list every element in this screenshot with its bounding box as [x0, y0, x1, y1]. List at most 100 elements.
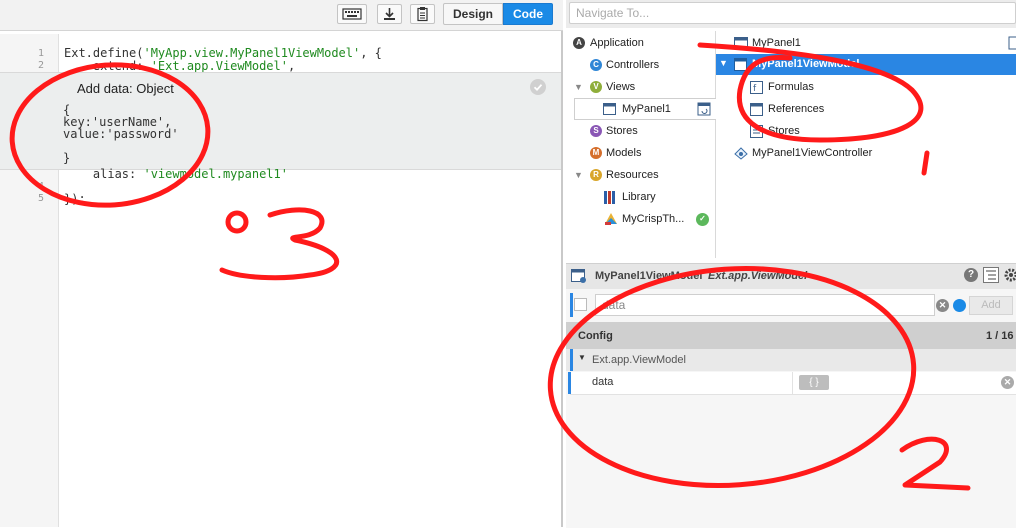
keyboard-icon — [342, 8, 362, 20]
tree-item-stores[interactable]: S Stores — [590, 121, 638, 141]
expand-arrow-icon[interactable]: ▼ — [574, 165, 583, 185]
code-string: 'Ext.app.ViewModel' — [150, 59, 288, 73]
model-icon: M — [590, 147, 602, 159]
tree-label: MyPanel1 — [752, 37, 801, 49]
gear-icon[interactable] — [1004, 268, 1016, 282]
tree-label: Controllers — [606, 59, 660, 71]
filter-value: data — [602, 298, 626, 312]
tree-item-application[interactable]: A Application — [573, 33, 644, 53]
code-string: 'MyApp.view.MyPanel1ViewModel' — [143, 46, 361, 60]
popup-code-line[interactable]: value:'password' — [63, 128, 179, 140]
file-item-stores[interactable]: Stores — [750, 121, 800, 141]
tree-item-models[interactable]: M Models — [590, 143, 641, 163]
tree-label: MyPanel1 — [622, 103, 671, 115]
code-text: Ext.define( — [64, 46, 144, 60]
library-icon — [604, 191, 615, 204]
file-item-viewcontroller[interactable]: MyPanel1ViewController — [734, 143, 872, 163]
help-icon[interactable]: ? — [964, 268, 978, 282]
clear-icon[interactable]: ✕ — [936, 299, 949, 312]
layout-toggle-icon[interactable] — [983, 267, 999, 283]
linked-view-icon[interactable] — [1008, 36, 1016, 50]
code-text: , — [287, 59, 296, 73]
store-icon: S — [590, 125, 602, 137]
code-text: alias: — [64, 167, 144, 181]
file-item-mypanel1[interactable]: MyPanel1 — [734, 33, 801, 53]
linked-view-icon — [697, 102, 711, 116]
tree-label: MyPanel1ViewController — [752, 147, 873, 159]
config-name: data — [592, 376, 614, 388]
file-item-viewmodel-selected[interactable]: ▼ MyPanel1ViewModel — [716, 54, 1016, 75]
tree-item-mypanel1[interactable]: MyPanel1 — [574, 98, 716, 120]
resource-icon: R — [590, 169, 602, 181]
panel-icon — [603, 103, 616, 115]
viewcontroller-icon — [734, 147, 748, 160]
design-tab[interactable]: Design — [443, 3, 503, 25]
code-line-1[interactable]: Ext.define('MyApp.view.MyPanel1ViewModel… — [64, 46, 382, 60]
tree-label: Stores — [606, 125, 638, 137]
editor-toolbar: Design Code — [0, 0, 563, 31]
code-line-4[interactable]: alias: 'viewmodel.mypanel1' — [64, 167, 288, 181]
code-tab[interactable]: Code — [503, 3, 553, 25]
tree-item-controllers[interactable]: C Controllers — [590, 55, 659, 75]
group-label: Ext.app.ViewModel — [592, 354, 686, 366]
panel-icon — [734, 37, 748, 49]
viewmodel-icon — [571, 269, 586, 283]
collapse-arrow-icon[interactable]: ▼ — [578, 353, 586, 362]
file-item-formulas[interactable]: f Formulas — [750, 77, 814, 97]
clear-value-icon[interactable]: ✕ — [1001, 376, 1014, 389]
store-icon — [750, 125, 763, 138]
download-icon — [384, 8, 395, 20]
tree-label: References — [768, 103, 825, 115]
config-filter-input[interactable]: data — [595, 294, 935, 316]
download-button[interactable] — [377, 4, 402, 24]
tree-label: Views — [606, 81, 636, 93]
tree-item-views[interactable]: ▼ V Views — [574, 77, 635, 97]
viewmodel-icon — [734, 58, 747, 71]
config-section-bar: Config 1 / 16 — [566, 322, 1016, 349]
navigate-to-input[interactable]: Navigate To... — [569, 2, 1016, 24]
keyboard-button[interactable] — [337, 4, 367, 24]
expand-arrow-icon[interactable]: ▼ — [574, 77, 583, 97]
tree-label: MyPanel1ViewModel — [752, 58, 860, 70]
code-line-5[interactable]: }); — [64, 192, 86, 206]
code-string: 'viewmodel.mypanel1' — [143, 167, 288, 181]
code-text: , { — [360, 46, 382, 60]
page-count: 1 / 16 — [986, 330, 1014, 342]
config-header: MyPanel1ViewModel Ext.app.ViewModel ? — [566, 264, 1016, 289]
clipboard-button[interactable] — [410, 4, 435, 24]
line-number: 5 — [37, 193, 44, 204]
controller-icon: C — [590, 59, 602, 71]
code-text: extend: — [64, 59, 151, 73]
popup-code-line[interactable]: } — [63, 152, 70, 164]
lock-icon[interactable] — [953, 299, 966, 312]
object-value-icon[interactable]: { } — [799, 375, 829, 390]
expand-arrow-icon[interactable]: ▼ — [719, 58, 728, 68]
application-icon: A — [573, 37, 585, 49]
check-icon — [533, 84, 543, 92]
line-number: 4 — [37, 181, 44, 192]
confirm-button[interactable] — [530, 79, 546, 95]
filter-checkbox[interactable] — [574, 298, 587, 311]
config-group-header[interactable]: ▼ Ext.app.ViewModel — [566, 349, 1016, 371]
row-indicator — [568, 372, 571, 394]
tree-label: Application — [590, 37, 644, 49]
column-divider — [792, 372, 793, 394]
tree-item-theme[interactable]: MyCrispTh... ✓ — [604, 209, 709, 229]
group-indicator — [570, 349, 573, 371]
code-line-2[interactable]: extend: 'Ext.app.ViewModel', — [64, 59, 295, 73]
config-title: MyPanel1ViewModel — [595, 270, 703, 282]
check-circle-icon: ✓ — [696, 213, 709, 226]
config-row-data[interactable]: data { } ✕ — [568, 372, 1016, 395]
tree-label: Formulas — [768, 81, 814, 93]
add-data-popup[interactable]: Add data: Object { key:'userName', value… — [0, 72, 561, 170]
reference-icon — [750, 103, 763, 116]
formula-icon: f — [750, 81, 763, 94]
tree-item-library[interactable]: Library — [604, 187, 656, 207]
tree-label: Stores — [768, 125, 800, 137]
tree-label: Resources — [606, 169, 659, 181]
file-item-references[interactable]: References — [750, 99, 824, 119]
view-icon: V — [590, 81, 602, 93]
theme-icon — [605, 213, 617, 225]
tree-item-resources[interactable]: ▼ R Resources — [574, 165, 659, 185]
add-button[interactable]: Add — [969, 296, 1013, 315]
